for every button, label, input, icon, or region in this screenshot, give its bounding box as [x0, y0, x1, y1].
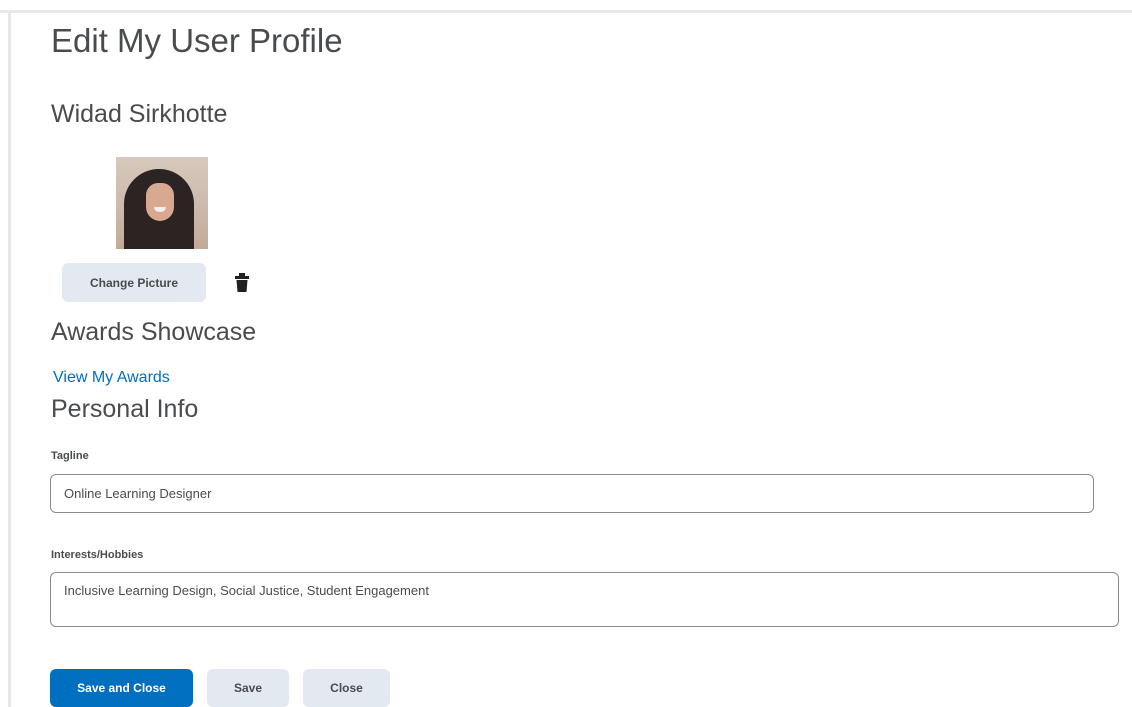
user-name: Widad Sirkhotte: [51, 100, 228, 128]
change-picture-button[interactable]: Change Picture: [62, 263, 206, 302]
close-button[interactable]: Close: [303, 669, 390, 707]
page-title: Edit My User Profile: [51, 22, 343, 59]
save-button[interactable]: Save: [207, 669, 289, 707]
top-border: [0, 10, 1132, 13]
interests-input[interactable]: Inclusive Learning Design, Social Justic…: [50, 572, 1119, 627]
personal-info-heading: Personal Info: [51, 395, 199, 423]
profile-picture: [116, 157, 208, 249]
tagline-input[interactable]: [50, 474, 1094, 513]
view-my-awards-link[interactable]: View My Awards: [53, 369, 170, 387]
interests-label: Interests/Hobbies: [51, 549, 144, 561]
save-and-close-button[interactable]: Save and Close: [50, 669, 193, 707]
awards-showcase-heading: Awards Showcase: [51, 318, 257, 346]
tagline-label: Tagline: [51, 450, 89, 462]
trash-icon[interactable]: [232, 272, 252, 294]
left-border: [8, 13, 11, 707]
